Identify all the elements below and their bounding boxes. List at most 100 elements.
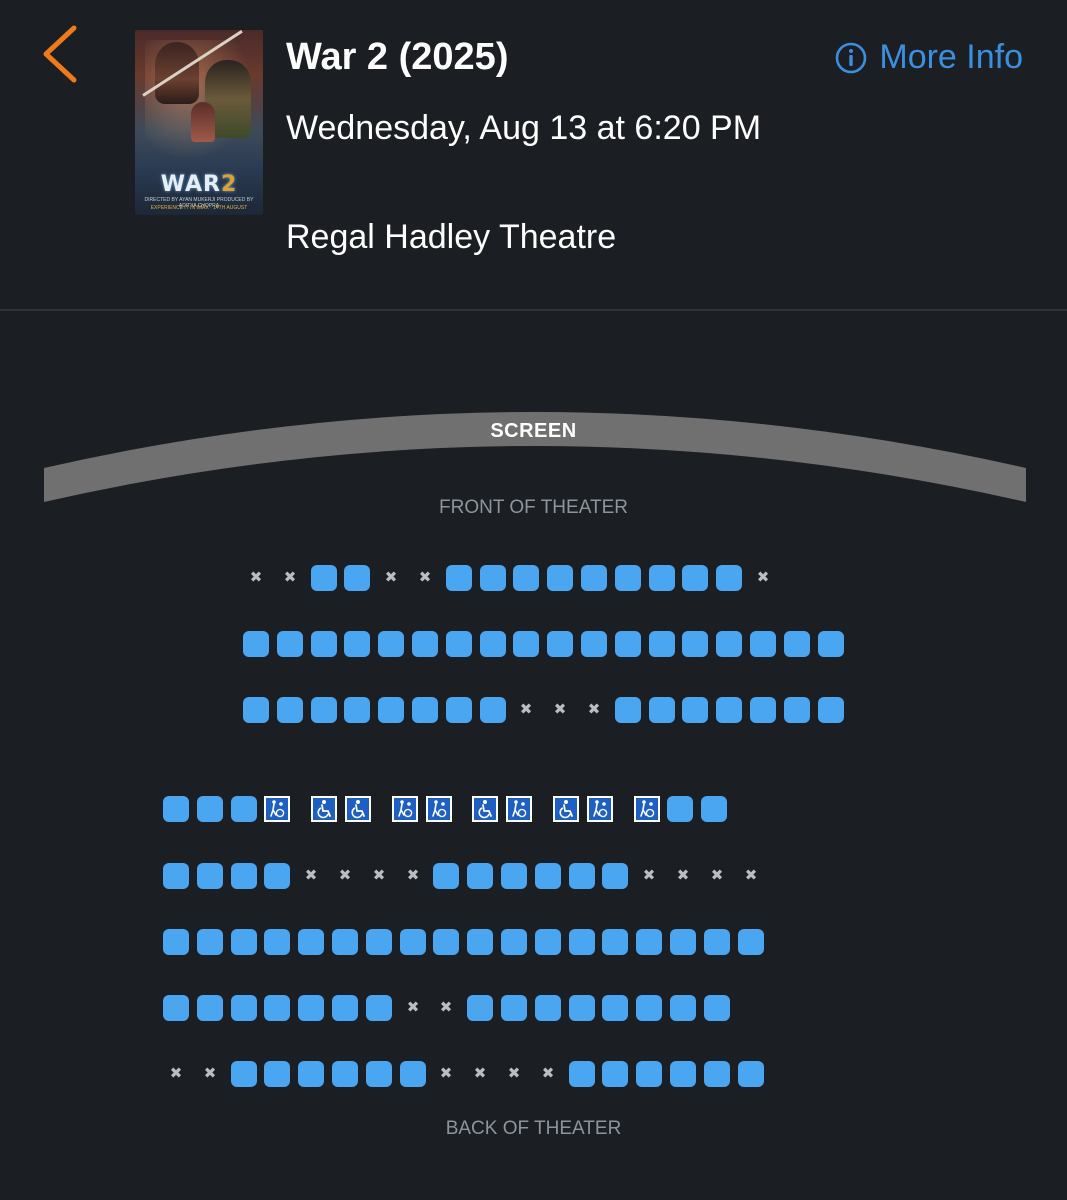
seat-companion[interactable] bbox=[506, 796, 532, 822]
seat-available[interactable] bbox=[649, 565, 675, 591]
seat-available[interactable] bbox=[682, 631, 708, 657]
seat-available[interactable] bbox=[615, 631, 641, 657]
seat-available[interactable] bbox=[670, 929, 696, 955]
seat-available[interactable] bbox=[716, 697, 742, 723]
seat-available[interactable] bbox=[535, 995, 561, 1021]
seat-available[interactable] bbox=[197, 796, 223, 822]
seat-available[interactable] bbox=[513, 565, 539, 591]
seat-wheelchair[interactable] bbox=[553, 796, 579, 822]
seat-available[interactable] bbox=[344, 697, 370, 723]
seat-available[interactable] bbox=[581, 631, 607, 657]
seat-available[interactable] bbox=[615, 565, 641, 591]
seat-available[interactable] bbox=[818, 697, 844, 723]
seat-available[interactable] bbox=[412, 697, 438, 723]
seat-available[interactable] bbox=[412, 631, 438, 657]
seat-available[interactable] bbox=[433, 929, 459, 955]
seat-available[interactable] bbox=[670, 995, 696, 1021]
seat-available[interactable] bbox=[480, 697, 506, 723]
seat-available[interactable] bbox=[569, 863, 595, 889]
seat-wheelchair[interactable] bbox=[311, 796, 337, 822]
seat-companion[interactable] bbox=[392, 796, 418, 822]
seat-available[interactable] bbox=[311, 697, 337, 723]
seat-available[interactable] bbox=[784, 631, 810, 657]
seat-available[interactable] bbox=[569, 929, 595, 955]
seat-available[interactable] bbox=[344, 631, 370, 657]
seat-available[interactable] bbox=[298, 1061, 324, 1087]
seat-available[interactable] bbox=[716, 565, 742, 591]
seat-available[interactable] bbox=[446, 631, 472, 657]
seat-available[interactable] bbox=[378, 697, 404, 723]
seat-available[interactable] bbox=[602, 1061, 628, 1087]
seat-available[interactable] bbox=[535, 929, 561, 955]
seat-available[interactable] bbox=[231, 863, 257, 889]
seat-available[interactable] bbox=[750, 631, 776, 657]
seat-available[interactable] bbox=[163, 929, 189, 955]
seat-wheelchair[interactable] bbox=[472, 796, 498, 822]
seat-available[interactable] bbox=[163, 863, 189, 889]
seat-available[interactable] bbox=[682, 697, 708, 723]
seat-available[interactable] bbox=[264, 863, 290, 889]
seat-available[interactable] bbox=[480, 631, 506, 657]
seat-companion[interactable] bbox=[634, 796, 660, 822]
seat-available[interactable] bbox=[636, 995, 662, 1021]
seat-available[interactable] bbox=[467, 929, 493, 955]
seat-available[interactable] bbox=[231, 995, 257, 1021]
seat-companion[interactable] bbox=[426, 796, 452, 822]
seat-available[interactable] bbox=[332, 929, 358, 955]
seat-available[interactable] bbox=[704, 995, 730, 1021]
seat-available[interactable] bbox=[636, 929, 662, 955]
seat-available[interactable] bbox=[784, 697, 810, 723]
seat-available[interactable] bbox=[602, 929, 628, 955]
seat-available[interactable] bbox=[716, 631, 742, 657]
seat-available[interactable] bbox=[264, 929, 290, 955]
seat-available[interactable] bbox=[602, 995, 628, 1021]
seat-available[interactable] bbox=[701, 796, 727, 822]
seat-available[interactable] bbox=[311, 631, 337, 657]
seat-available[interactable] bbox=[501, 863, 527, 889]
seat-available[interactable] bbox=[649, 631, 675, 657]
seat-available[interactable] bbox=[602, 863, 628, 889]
seat-available[interactable] bbox=[243, 697, 269, 723]
seat-available[interactable] bbox=[298, 995, 324, 1021]
seat-available[interactable] bbox=[264, 995, 290, 1021]
seat-available[interactable] bbox=[366, 1061, 392, 1087]
seat-available[interactable] bbox=[446, 565, 472, 591]
seat-available[interactable] bbox=[400, 929, 426, 955]
seat-available[interactable] bbox=[501, 929, 527, 955]
seat-companion[interactable] bbox=[264, 796, 290, 822]
seat-available[interactable] bbox=[569, 995, 595, 1021]
seat-available[interactable] bbox=[569, 1061, 595, 1087]
seat-available[interactable] bbox=[547, 631, 573, 657]
seat-available[interactable] bbox=[311, 565, 337, 591]
seat-available[interactable] bbox=[277, 697, 303, 723]
seat-available[interactable] bbox=[649, 697, 675, 723]
seat-available[interactable] bbox=[378, 631, 404, 657]
seat-available[interactable] bbox=[738, 929, 764, 955]
seat-available[interactable] bbox=[298, 929, 324, 955]
seat-available[interactable] bbox=[332, 1061, 358, 1087]
seat-available[interactable] bbox=[704, 929, 730, 955]
seat-available[interactable] bbox=[547, 565, 573, 591]
seat-available[interactable] bbox=[818, 631, 844, 657]
seat-available[interactable] bbox=[535, 863, 561, 889]
seat-available[interactable] bbox=[344, 565, 370, 591]
more-info-button[interactable]: More Info bbox=[835, 38, 1023, 77]
seat-available[interactable] bbox=[264, 1061, 290, 1087]
seat-available[interactable] bbox=[231, 929, 257, 955]
seat-available[interactable] bbox=[467, 995, 493, 1021]
seat-wheelchair[interactable] bbox=[345, 796, 371, 822]
seat-available[interactable] bbox=[400, 1061, 426, 1087]
seat-available[interactable] bbox=[433, 863, 459, 889]
seat-available[interactable] bbox=[513, 631, 539, 657]
seat-available[interactable] bbox=[231, 796, 257, 822]
seat-available[interactable] bbox=[615, 697, 641, 723]
seat-available[interactable] bbox=[670, 1061, 696, 1087]
seat-available[interactable] bbox=[366, 929, 392, 955]
seat-available[interactable] bbox=[667, 796, 693, 822]
seat-available[interactable] bbox=[750, 697, 776, 723]
seat-available[interactable] bbox=[581, 565, 607, 591]
seat-available[interactable] bbox=[366, 995, 392, 1021]
seat-available[interactable] bbox=[277, 631, 303, 657]
seat-available[interactable] bbox=[197, 863, 223, 889]
seat-available[interactable] bbox=[163, 995, 189, 1021]
